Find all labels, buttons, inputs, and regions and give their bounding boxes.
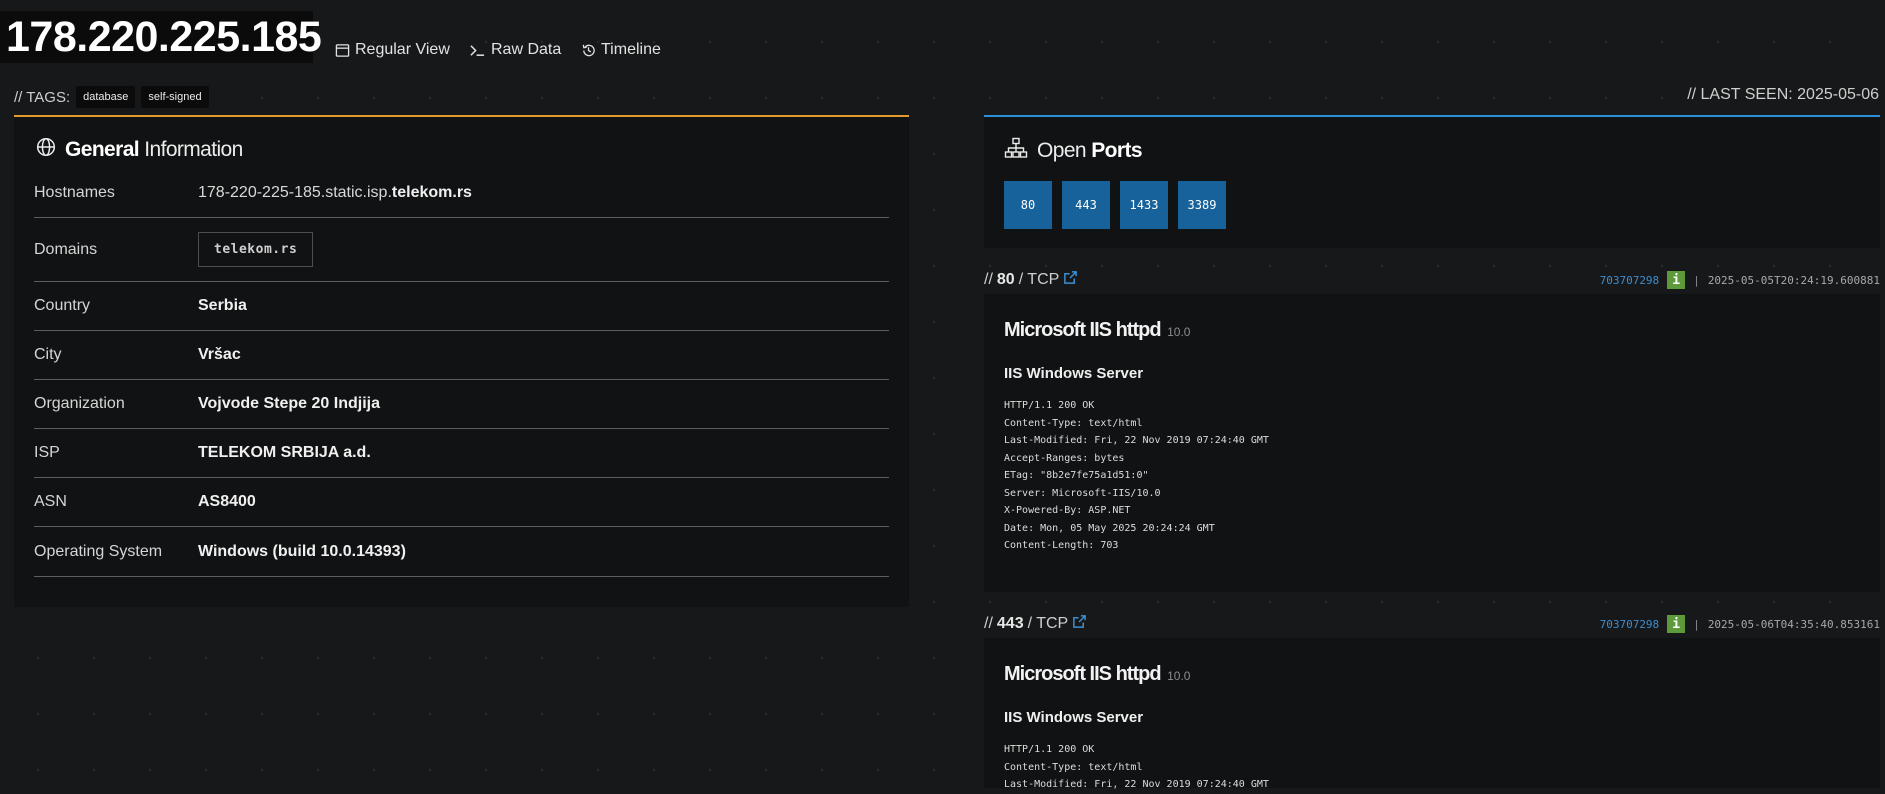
- service-port-number: 443: [996, 615, 1024, 632]
- open-ports-title: Open Ports: [1004, 137, 1143, 165]
- info-icon[interactable]: i: [1667, 271, 1686, 289]
- service-header-443: // 443 / TCP 703707298 i | 2025-05-06T04…: [984, 613, 1880, 635]
- general-title-bold: General: [65, 138, 140, 161]
- service-body-443: Microsoft IIS httpd 10.0 IIS Windows Ser…: [984, 638, 1880, 790]
- general-information-title: General Information: [36, 137, 243, 163]
- external-link-icon[interactable]: [1072, 614, 1087, 634]
- service-product-name: Microsoft IIS httpd: [1004, 319, 1162, 341]
- tag-database[interactable]: database: [76, 86, 136, 108]
- info-row-hostnames: Hostnames 178-220-225-185.static.isp.tel…: [34, 168, 889, 218]
- info-row-organization: Organization Vojvode Stepe 20 Indjija: [34, 380, 889, 429]
- port-button-3389[interactable]: 3389: [1178, 181, 1226, 229]
- ports-title-light: Open: [1037, 139, 1087, 162]
- hostname-domain: telekom.rs: [391, 183, 472, 201]
- window-icon: [335, 43, 350, 58]
- port-button-80[interactable]: 80: [1004, 181, 1052, 229]
- open-ports-panel: Open Ports 80 443 1433 3389: [984, 117, 1880, 248]
- info-key-domains: Domains: [34, 240, 98, 258]
- nav-raw-data-label: Raw Data: [491, 41, 562, 58]
- nav-timeline-label: Timeline: [601, 41, 661, 58]
- info-value-hostnames: 178-220-225-185.static.isp.telekom.rs: [198, 184, 472, 202]
- service-header-80: // 80 / TCP 703707298 i | 2025-05-05T20:…: [984, 269, 1880, 291]
- globe-icon: [36, 137, 56, 163]
- service-body-80: Microsoft IIS httpd 10.0 IIS Windows Ser…: [984, 294, 1880, 592]
- info-key-country: Country: [34, 297, 91, 314]
- last-seen: // LAST SEEN: 2025-05-06: [1687, 86, 1879, 103]
- separator: |: [1693, 273, 1700, 287]
- nav-raw-data[interactable]: Raw Data: [469, 41, 561, 59]
- service-banner: HTTP/1.1 200 OK Content-Type: text/html …: [1004, 400, 1269, 551]
- sitemap-icon: [1004, 137, 1028, 165]
- service-hash-link[interactable]: 703707298: [1600, 274, 1660, 287]
- service-hash-link[interactable]: 703707298: [1600, 618, 1660, 631]
- service-version: 10.0: [1167, 669, 1191, 683]
- info-key-organization: Organization: [34, 395, 125, 412]
- info-row-country: Country Serbia: [34, 282, 889, 331]
- service-timestamp: 2025-05-06T04:35:40.853161: [1707, 617, 1880, 631]
- history-icon: [581, 43, 596, 58]
- tags-label: // TAGS:: [14, 88, 71, 106]
- service-version: 10.0: [1167, 325, 1191, 339]
- info-row-city: City Vršac: [34, 331, 889, 380]
- service-timestamp: 2025-05-05T20:24:19.600881: [1707, 273, 1880, 287]
- ports-list: 80 443 1433 3389: [1004, 181, 1226, 229]
- service-banner: HTTP/1.1 200 OK Content-Type: text/html …: [1004, 744, 1269, 790]
- info-icon[interactable]: i: [1667, 615, 1686, 633]
- terminal-icon: [469, 43, 486, 58]
- service-prefix: //: [984, 271, 993, 288]
- service-protocol: / TCP: [1027, 615, 1069, 632]
- nav-regular-view[interactable]: Regular View: [335, 41, 450, 59]
- service-product: Microsoft IIS httpd 10.0: [1004, 663, 1190, 686]
- info-key-operating-system: Operating System: [34, 542, 163, 560]
- general-title-rest: Information: [144, 138, 243, 161]
- nav-timeline[interactable]: Timeline: [581, 41, 661, 59]
- info-table: Hostnames 178-220-225-185.static.isp.tel…: [34, 168, 889, 577]
- service-product: Microsoft IIS httpd 10.0: [1004, 319, 1190, 342]
- hostname-prefix: 178-220-225-185.static.isp.: [198, 183, 392, 201]
- ip-address-title: 178.220.225.185: [6, 12, 322, 61]
- ip-title-box: 178.220.225.185: [0, 11, 322, 63]
- service-title: IIS Windows Server: [1004, 709, 1144, 726]
- general-information-panel: General Information Hostnames 178-220-22…: [14, 117, 909, 607]
- info-value-isp: TELEKOM SRBIJA a.d.: [198, 444, 371, 461]
- info-value-organization: Vojvode Stepe 20 Indjija: [198, 395, 380, 412]
- tag-self-signed[interactable]: self-signed: [141, 86, 209, 108]
- info-value-asn: AS8400: [198, 493, 256, 510]
- service-protocol: / TCP: [1018, 271, 1060, 288]
- info-value-city: Vršac: [198, 346, 241, 363]
- info-key-city: City: [34, 346, 62, 363]
- info-key-hostnames: Hostnames: [34, 183, 115, 201]
- info-row-operating-system: Operating System Windows (build 10.0.143…: [34, 527, 889, 577]
- service-product-name: Microsoft IIS httpd: [1004, 663, 1162, 685]
- port-button-443[interactable]: 443: [1062, 181, 1110, 229]
- service-port-number: 80: [996, 271, 1015, 288]
- info-key-isp: ISP: [34, 444, 60, 461]
- info-value-country: Serbia: [198, 297, 247, 314]
- info-row-isp: ISP TELEKOM SRBIJA a.d.: [34, 429, 889, 478]
- info-key-asn: ASN: [34, 493, 67, 510]
- service-title: IIS Windows Server: [1004, 365, 1144, 382]
- separator: |: [1693, 617, 1700, 631]
- tags-bar: // TAGS: database self-signed: [14, 86, 209, 108]
- info-row-asn: ASN AS8400: [34, 478, 889, 527]
- ports-title-bold: Ports: [1091, 139, 1142, 162]
- domain-chip[interactable]: telekom.rs: [198, 232, 314, 267]
- nav-regular-view-label: Regular View: [355, 41, 450, 58]
- service-prefix: //: [984, 615, 993, 632]
- port-button-1433[interactable]: 1433: [1120, 181, 1168, 229]
- external-link-icon[interactable]: [1063, 270, 1078, 290]
- info-row-domains: Domains telekom.rs: [34, 218, 889, 282]
- info-value-operating-system: Windows (build 10.0.14393): [198, 542, 406, 560]
